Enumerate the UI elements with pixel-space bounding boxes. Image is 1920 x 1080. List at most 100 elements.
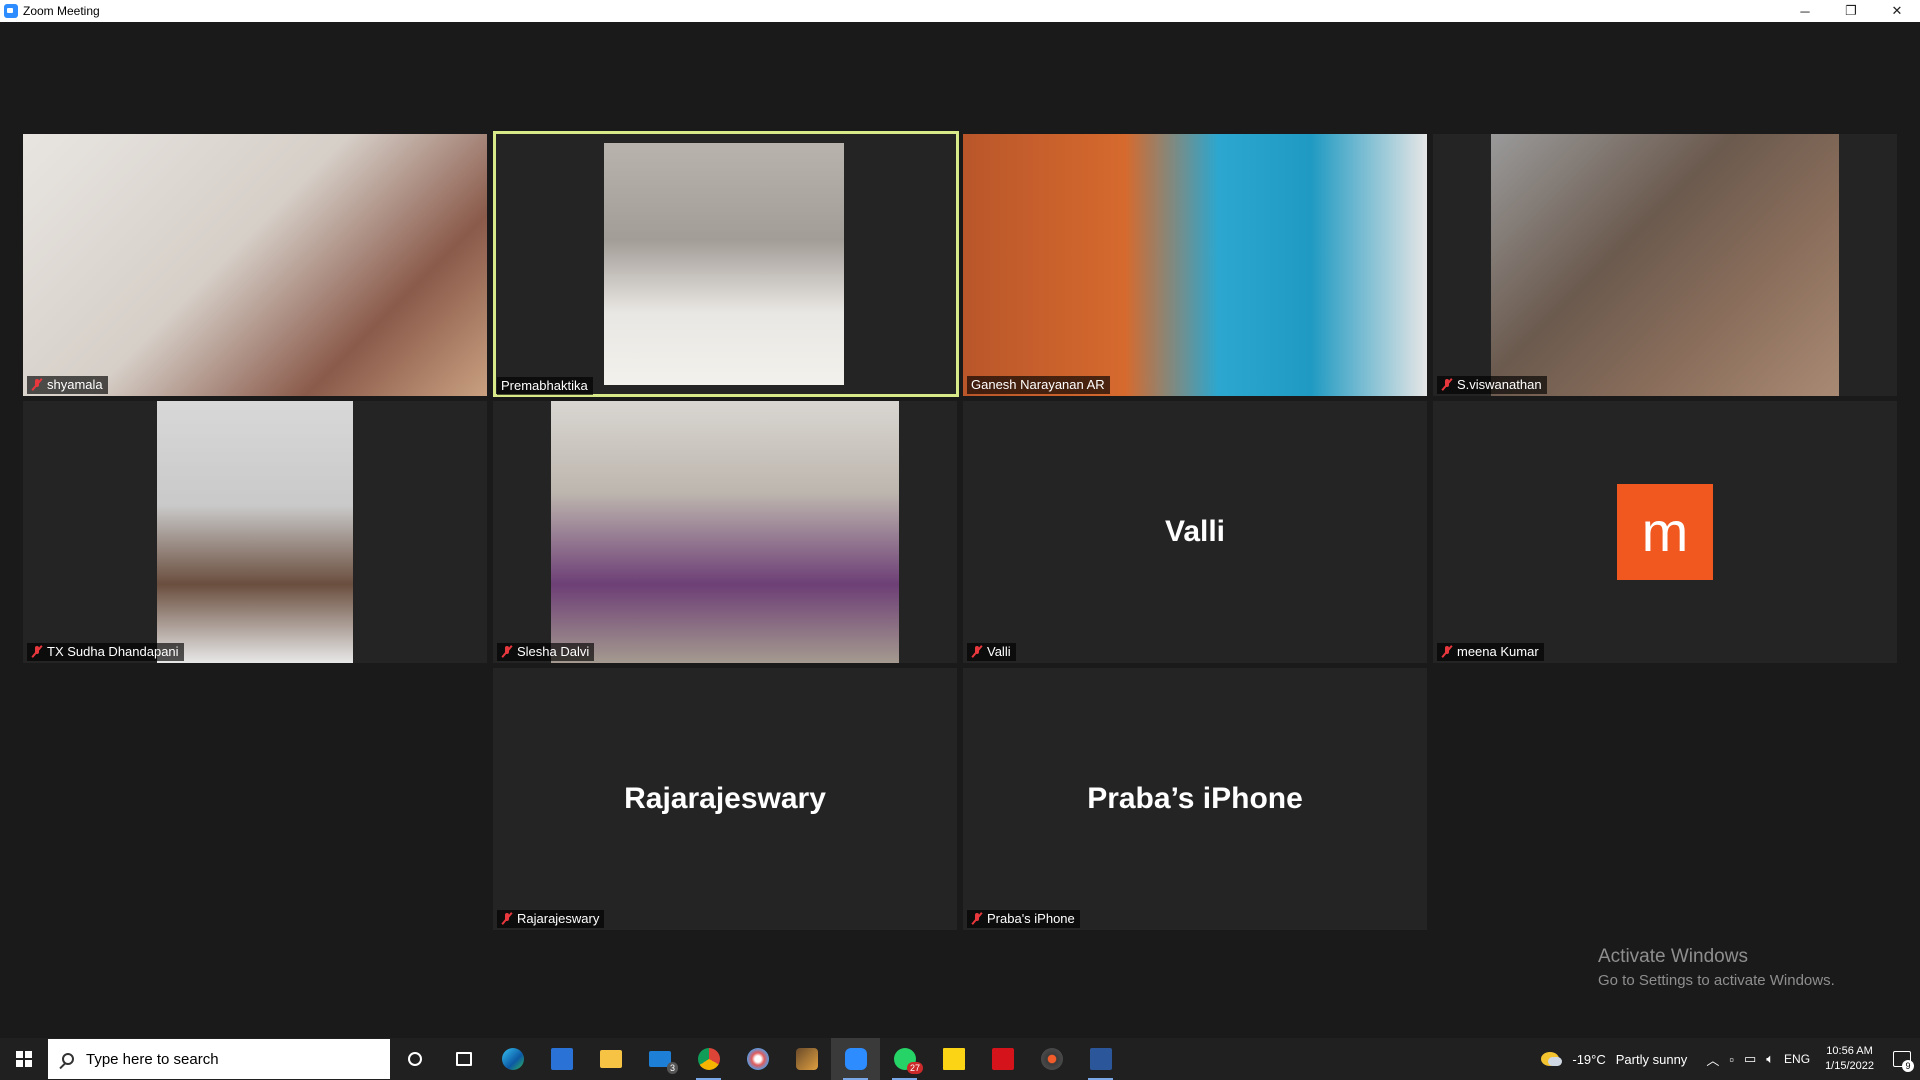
zoom-icon [844, 1048, 867, 1070]
participant-nametag: S.viswanathan [1437, 376, 1547, 394]
taskbar-app-edge[interactable] [488, 1038, 537, 1080]
taskbar-app-word[interactable] [1076, 1038, 1125, 1080]
participant-tile-slesha[interactable]: Slesha Dalvi [493, 401, 957, 663]
search-icon [62, 1053, 74, 1065]
taskbar-app-file-explorer[interactable] [586, 1038, 635, 1080]
weather-icon[interactable] [1541, 1052, 1563, 1066]
participant-nametag: shyamala [27, 376, 108, 394]
activate-windows-watermark: Activate Windows Go to Settings to activ… [1598, 946, 1835, 989]
participant-name: meena Kumar [1457, 644, 1539, 659]
file-explorer-icon [599, 1050, 622, 1068]
avatar: m [1617, 484, 1713, 580]
watermark-title: Activate Windows [1598, 946, 1748, 967]
zoom-app-icon [4, 4, 18, 18]
participant-tile-praba[interactable]: Praba’s iPhone Praba's iPhone [963, 668, 1427, 930]
participant-name: Valli [987, 644, 1011, 659]
mic-muted-icon [31, 378, 43, 391]
participant-video [157, 401, 353, 663]
participant-tile-meena[interactable]: m meena Kumar [1433, 401, 1897, 663]
participant-tile-ganesh[interactable]: Ganesh Narayanan AR [963, 134, 1427, 396]
notification-center-button[interactable]: 9 [1884, 1038, 1920, 1080]
participant-tile-premabhaktika[interactable]: Premabhaktika [493, 131, 959, 397]
participant-name: Premabhaktika [501, 378, 588, 393]
search-placeholder: Type here to search [86, 1050, 219, 1068]
participant-nametag: Valli [967, 643, 1016, 661]
participant-tile-shyamala[interactable]: shyamala [23, 134, 487, 396]
acrobat-icon [991, 1048, 1014, 1070]
chrome-icon [697, 1048, 720, 1070]
participant-name: Rajarajeswary [517, 911, 600, 926]
participant-name: S.viswanathan [1457, 377, 1542, 392]
task-view-button[interactable] [439, 1038, 488, 1080]
participant-video [551, 401, 899, 663]
taskbar-search-box[interactable]: Type here to search [48, 1039, 390, 1079]
cortana-button[interactable] [390, 1038, 439, 1080]
cortana-icon [407, 1052, 422, 1066]
taskbar-app-whatsapp[interactable]: 27 [880, 1038, 929, 1080]
title-bar: Zoom Meeting ─ ❐ ✕ [0, 0, 1920, 22]
mic-muted-icon [1441, 378, 1453, 391]
participant-name: TX Sudha Dhandapani [47, 644, 179, 659]
taskbar-app-chrome[interactable] [684, 1038, 733, 1080]
taskbar-app-store[interactable] [537, 1038, 586, 1080]
clock[interactable]: 10:56 AM 1/15/2022 [1825, 1044, 1874, 1074]
taskbar-app-generic[interactable] [782, 1038, 831, 1080]
taskbar-app-mail[interactable]: 3 [635, 1038, 684, 1080]
participant-nametag: Premabhaktika [497, 377, 593, 395]
weather-condition[interactable]: Partly sunny [1616, 1052, 1688, 1067]
edge-icon [501, 1048, 524, 1070]
taskbar-app-zoom[interactable] [831, 1038, 880, 1080]
participant-name: Slesha Dalvi [517, 644, 590, 659]
taskbar-app-acrobat[interactable] [978, 1038, 1027, 1080]
app-icon [795, 1048, 818, 1070]
weather-temp[interactable]: -19°C [1572, 1052, 1605, 1067]
restore-button[interactable]: ❐ [1828, 0, 1874, 22]
participant-nametag: Ganesh Narayanan AR [967, 376, 1110, 394]
notification-count: 9 [1902, 1060, 1914, 1072]
taskbar: Type here to search 3 27 -19°C Partly su… [0, 1038, 1920, 1080]
participant-display-name: Praba’s iPhone [1087, 782, 1303, 815]
taskbar-app-paint[interactable] [733, 1038, 782, 1080]
close-button[interactable]: ✕ [1874, 0, 1920, 22]
mic-muted-icon [501, 645, 513, 658]
paint-icon [746, 1048, 769, 1070]
watermark-subtitle: Go to Settings to activate Windows. [1598, 972, 1835, 989]
mail-badge: 3 [666, 1062, 678, 1074]
language-indicator[interactable]: ENG [1784, 1052, 1810, 1066]
windows-icon [16, 1051, 32, 1067]
participant-video [1491, 134, 1839, 396]
participant-tile-valli[interactable]: Valli Valli [963, 401, 1427, 663]
participant-display-name: Valli [1164, 515, 1226, 548]
participant-tile-sudha[interactable]: TX Sudha Dhandapani [23, 401, 487, 663]
minimize-button[interactable]: ─ [1782, 0, 1828, 22]
participant-nametag: TX Sudha Dhandapani [27, 643, 184, 661]
taskbar-app-sticky-notes[interactable] [929, 1038, 978, 1080]
gallery-view: shyamala Premabhaktika Ganesh Narayanan … [0, 22, 1920, 1038]
sticky-notes-icon [942, 1048, 965, 1070]
chevron-up-icon[interactable]: ︿ [1706, 1050, 1719, 1069]
participant-tile-rajarajeswary[interactable]: Rajarajeswary Rajarajeswary [493, 668, 957, 930]
window-title: Zoom Meeting [23, 4, 100, 18]
mic-muted-icon [501, 912, 513, 925]
mic-muted-icon [1441, 645, 1453, 658]
whatsapp-badge: 27 [906, 1062, 923, 1074]
participant-nametag: Rajarajeswary [497, 910, 605, 928]
participant-nametag: Praba's iPhone [967, 910, 1080, 928]
clock-time: 10:56 AM [1826, 1045, 1873, 1057]
mic-muted-icon [31, 645, 43, 658]
participant-nametag: Slesha Dalvi [497, 643, 595, 661]
participant-name: shyamala [47, 377, 103, 392]
participant-tile-sviswanathan[interactable]: S.viswanathan [1433, 134, 1897, 396]
participant-name: Ganesh Narayanan AR [971, 377, 1105, 392]
taskbar-app-media-player[interactable] [1027, 1038, 1076, 1080]
volume-icon[interactable]: 🔈︎ [1766, 1051, 1774, 1067]
network-icon[interactable]: ▭ [1744, 1051, 1756, 1067]
media-player-icon [1040, 1048, 1063, 1070]
start-button[interactable] [0, 1038, 48, 1080]
participant-name: Praba's iPhone [987, 911, 1075, 926]
participant-video [23, 134, 487, 396]
camera-icon[interactable]: ▫ [1729, 1052, 1734, 1067]
participant-nametag: meena Kumar [1437, 643, 1544, 661]
participant-video [963, 134, 1427, 396]
system-tray: -19°C Partly sunny ︿ ▫ ▭ 🔈︎ ENG 10:56 AM… [1541, 1038, 1920, 1080]
